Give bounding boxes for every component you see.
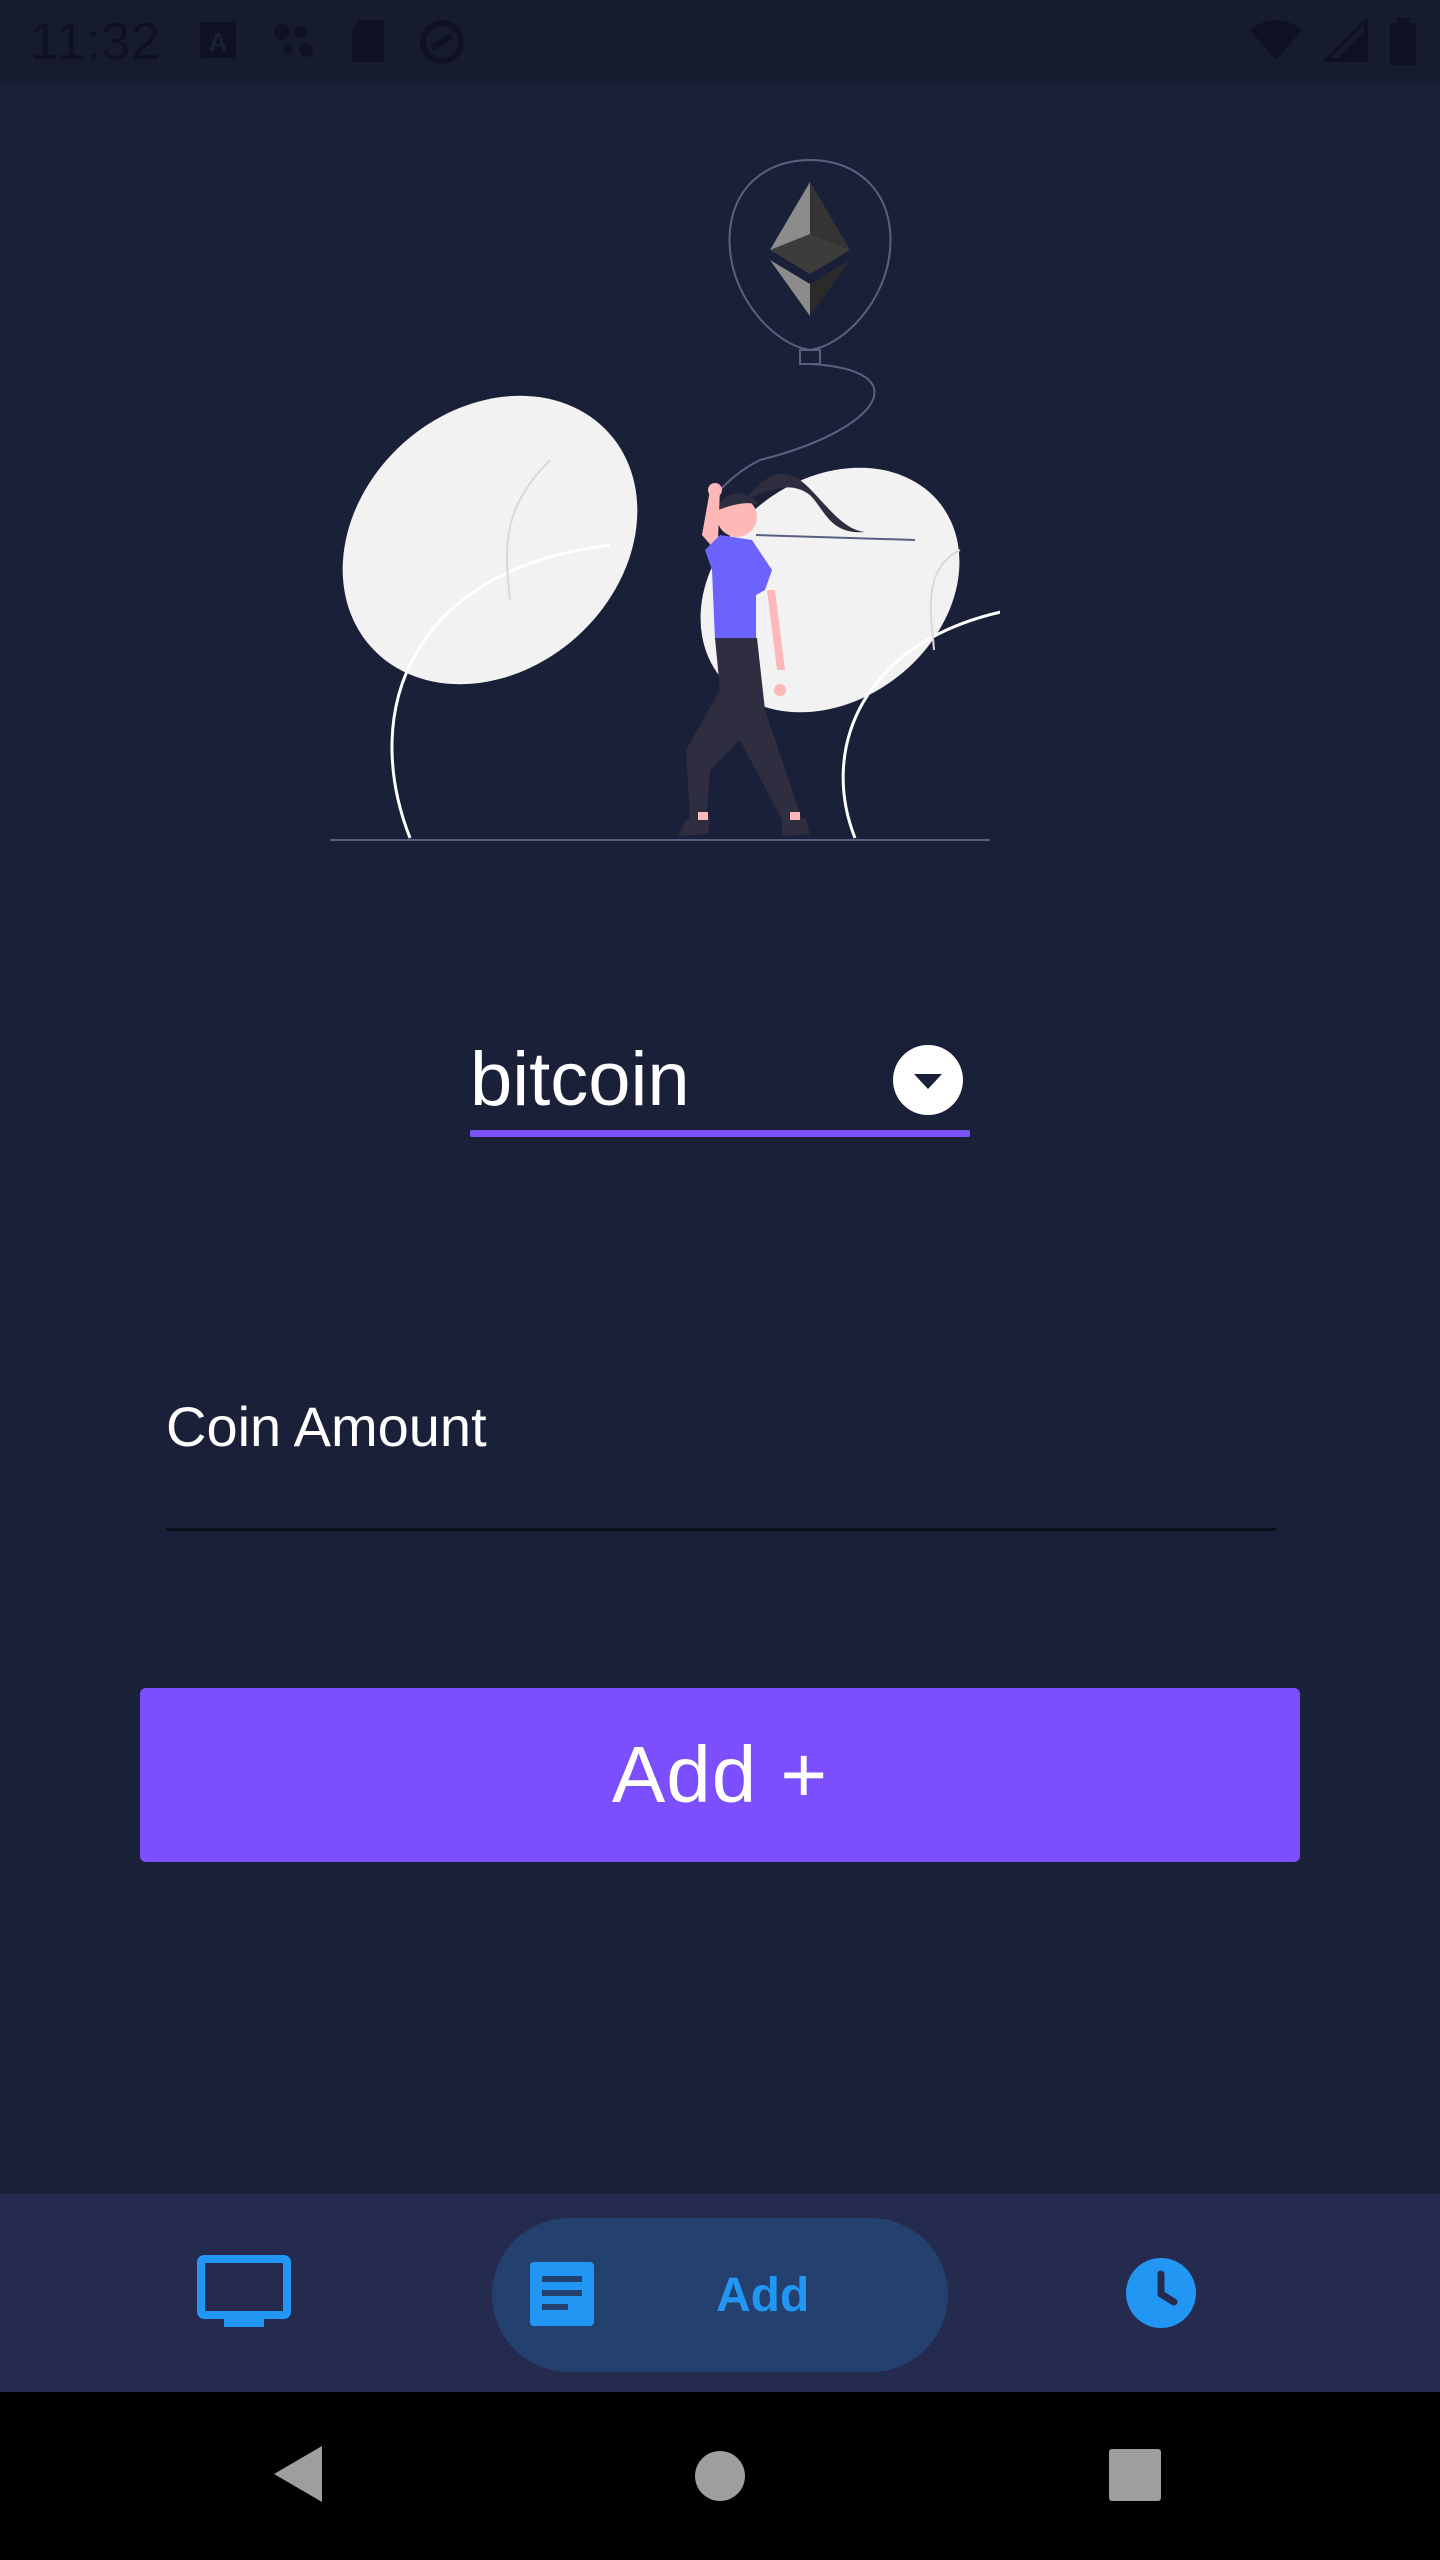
left-leaf — [342, 395, 638, 839]
assistant-dots-icon — [274, 24, 313, 57]
wifi-icon — [1250, 20, 1302, 60]
coin-select-value: bitcoin — [470, 1037, 690, 1122]
status-bar: 11:32 A — [0, 0, 1440, 84]
status-time: 11:32 — [30, 13, 162, 71]
status-icons-left: A — [196, 18, 466, 66]
coin-amount-field[interactable]: Coin Amount — [166, 1380, 1276, 1532]
back-icon[interactable] — [270, 2442, 326, 2506]
bottom-nav: Add — [0, 2194, 1440, 2392]
add-coin-button[interactable]: Add + — [140, 1688, 1300, 1862]
recents-icon[interactable] — [1108, 2448, 1162, 2502]
balloon — [719, 158, 892, 491]
coin-select-underline — [470, 1130, 970, 1137]
coin-amount-placeholder: Coin Amount — [166, 1395, 487, 1458]
home-icon[interactable] — [694, 2450, 746, 2502]
keyboard-a-icon: A — [200, 22, 236, 58]
clock-icon[interactable] — [1124, 2256, 1198, 2330]
sync-icon — [420, 20, 464, 64]
document-icon — [530, 2262, 594, 2326]
sd-card-icon — [352, 20, 384, 62]
svg-text:A: A — [209, 27, 228, 57]
chevron-down-circle-icon — [893, 1045, 963, 1115]
battery-icon — [1390, 18, 1416, 65]
system-nav-bar — [0, 2392, 1440, 2560]
nav-item-add[interactable]: Add — [492, 2218, 948, 2372]
ethereum-balloon-illustration — [330, 158, 1000, 841]
coin-select-dropdown[interactable]: bitcoin — [470, 1030, 970, 1138]
monitor-icon[interactable] — [196, 2254, 292, 2330]
status-icons-right — [1248, 18, 1418, 66]
coin-amount-underline — [166, 1528, 1276, 1531]
screen: 11:32 A bitcoin Coin Amount Add + Add — [0, 0, 1440, 2560]
cell-signal-icon — [1324, 18, 1368, 62]
nav-item-add-label: Add — [716, 2269, 810, 2322]
